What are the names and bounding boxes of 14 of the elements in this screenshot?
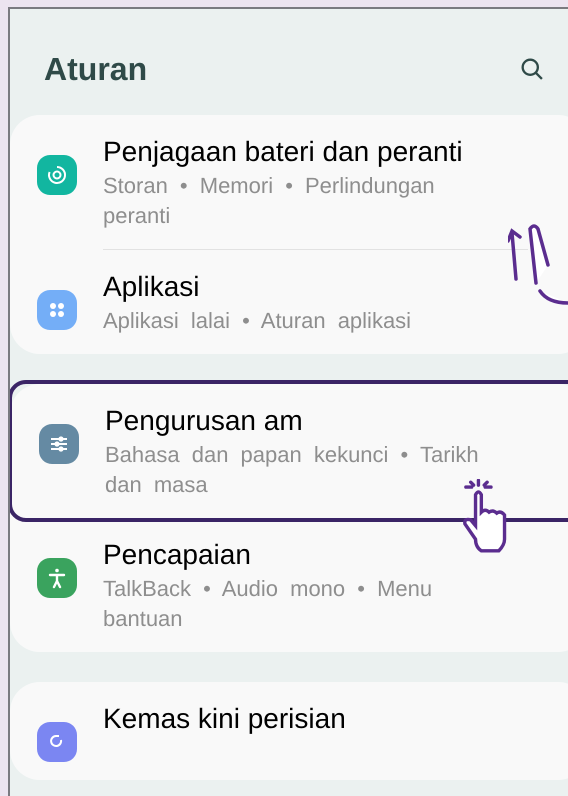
item-title: Penjagaan bateri dan peranti [103,135,464,169]
item-subtitle: Aplikasi lalai • Aturan aplikasi [103,307,412,335]
item-title: Kemas kini perisian [103,702,346,736]
item-title: Aplikasi [103,270,200,304]
item-title: Pengurusan am [105,404,304,438]
settings-item[interactable]: Penjagaan bateri dan peranti Storan • Memori • Perlindungan peranti [10,115,568,249]
item-subtitle: Bahasa dan papan kekunci • Tarikh dan masa [105,441,480,499]
item-title: Pencapaian [103,538,252,572]
item-subtitle: Storan • Memori • Perlindungan peranti [103,172,436,230]
settings-item[interactable]: Aplikasi Aplikasi lalai • Aturan aplikasi [10,250,568,354]
item-subtitle: TalkBack • Audio mono • Menu bantuan [103,575,434,633]
settings-item[interactable]: Kemas kini perisian [10,682,568,780]
refresh-circle-icon [45,163,69,187]
page-title: Aturan [44,50,148,89]
